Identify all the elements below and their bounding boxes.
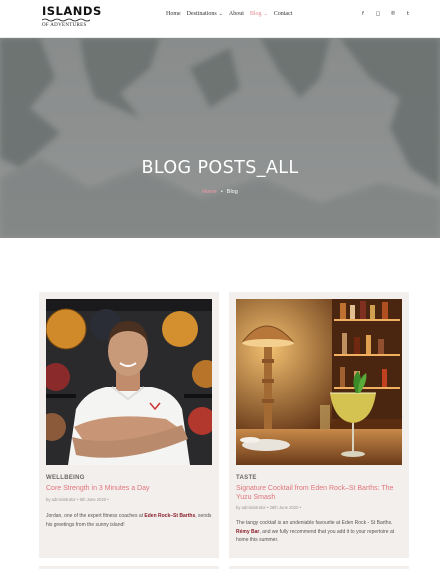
social-links: f ◻ ℗ t bbox=[357, 11, 417, 17]
chevron-down-icon: ⌄ bbox=[218, 12, 223, 17]
logo-name: ISLANDS bbox=[42, 4, 102, 18]
site-header: ISLANDS OF ADVENTURES Home Destinations … bbox=[0, 0, 440, 38]
breadcrumb-separator: • bbox=[220, 189, 223, 195]
post-category: WELLBEING bbox=[46, 475, 85, 481]
facebook-icon[interactable]: f bbox=[357, 11, 369, 17]
excerpt-text: , and we fully recommend that you add it… bbox=[236, 528, 395, 544]
page-title: BLOG POSTS_ALL bbox=[141, 158, 299, 178]
excerpt-link[interactable]: Eden Rock–St Barths bbox=[144, 513, 195, 519]
nav-item-label: Destinations bbox=[186, 11, 217, 17]
post-category: TASTE bbox=[236, 475, 257, 481]
nav-item-contact[interactable]: Contact bbox=[274, 11, 293, 17]
nav-item-destinations[interactable]: Destinations ⌄ bbox=[187, 11, 223, 17]
nav-item-label: Home bbox=[166, 11, 181, 17]
post-title-link[interactable]: Core Strength in 3 Minutes a Day bbox=[46, 485, 212, 494]
breadcrumb-home-link[interactable]: Home bbox=[202, 189, 217, 195]
post-title-link[interactable]: Signature Cocktail from Eden Rock–St Bar… bbox=[236, 485, 402, 502]
post-meta: by administrator • 26th June 2020 • bbox=[236, 505, 302, 510]
logo-wave-icon bbox=[42, 18, 90, 22]
blog-post-card[interactable]: WELLBEING Core Strength in 3 Minutes a D… bbox=[39, 292, 219, 558]
main-nav: Home Destinations ⌄ About Blog ⌄ Contact bbox=[166, 11, 298, 17]
site-logo[interactable]: ISLANDS OF ADVENTURES bbox=[42, 4, 102, 29]
hero-banner: BLOG POSTS_ALL Home • Blog bbox=[0, 38, 440, 238]
blog-post-card[interactable]: TASTE Signature Cocktail from Eden Rock–… bbox=[229, 292, 409, 558]
nav-item-about[interactable]: About bbox=[229, 11, 244, 17]
cocktail-photo[interactable] bbox=[236, 299, 402, 465]
nav-item-label: Blog bbox=[249, 11, 262, 17]
excerpt-link[interactable]: Rémy Bar bbox=[236, 529, 259, 535]
hero-background-image bbox=[0, 38, 440, 238]
fitness-coach-image bbox=[46, 299, 212, 465]
logo-tagline: OF ADVENTURES bbox=[42, 23, 87, 28]
nav-item-label: About bbox=[228, 11, 244, 17]
tumblr-icon[interactable]: t bbox=[402, 11, 414, 17]
breadcrumb-current: Blog bbox=[226, 189, 238, 195]
nav-item-label: Contact bbox=[273, 11, 293, 17]
excerpt-text: The tangy cocktail is an undeniable favo… bbox=[236, 520, 393, 526]
pinterest-icon[interactable]: ℗ bbox=[387, 11, 399, 17]
post-excerpt: The tangy cocktail is an undeniable favo… bbox=[236, 519, 404, 545]
instagram-icon[interactable]: ◻ bbox=[372, 11, 384, 17]
chevron-down-icon: ⌄ bbox=[263, 12, 268, 17]
post-excerpt: Jordan, one of the expert fitness coache… bbox=[46, 512, 214, 529]
fitness-coach-photo[interactable] bbox=[46, 299, 212, 465]
excerpt-text: Jordan, one of the expert fitness coache… bbox=[46, 513, 145, 519]
cocktail-image bbox=[236, 299, 402, 465]
nav-item-home[interactable]: Home bbox=[166, 11, 181, 17]
nav-item-blog[interactable]: Blog ⌄ bbox=[250, 11, 268, 17]
post-meta: by administrator • 5th June 2020 • bbox=[46, 497, 109, 502]
breadcrumb: Home • Blog bbox=[0, 189, 440, 195]
